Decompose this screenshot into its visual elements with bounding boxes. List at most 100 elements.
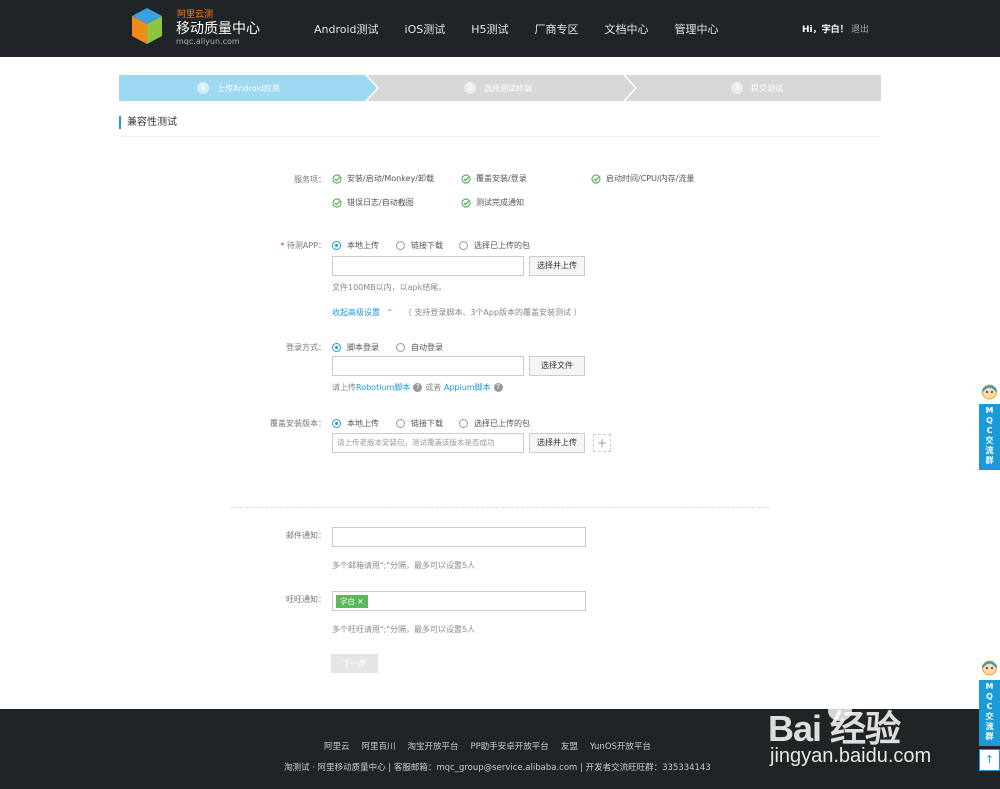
- advanced-settings: 收起高级设置 ⌃ （ 支持登录脚本、3个App版本的覆盖安装测试 ）: [332, 307, 582, 318]
- cover-radio-label: 本地上传: [347, 419, 379, 428]
- select-file-button[interactable]: 选择文件: [529, 356, 585, 376]
- service-item-label: 覆盖安装/登录: [476, 174, 527, 183]
- cover-radio-label: 选择已上传的包: [474, 419, 530, 428]
- footer-link-pp[interactable]: PP助手安卓开放平台: [471, 740, 549, 752]
- step-2-label: 选择测试终端: [484, 83, 532, 93]
- service-item-notify: 测试完成通知: [461, 197, 524, 208]
- mail-notify-input[interactable]: [332, 527, 586, 547]
- step-3: 3 提交测试: [731, 82, 783, 94]
- step-3-label: 提交测试: [751, 83, 783, 93]
- help-icon[interactable]: ?: [493, 383, 503, 392]
- login-radio-label: 脚本登录: [347, 343, 379, 352]
- footer-link-yunos[interactable]: YunOS开放平台: [590, 740, 651, 752]
- chevron-up-icon[interactable]: ⌃: [387, 308, 394, 317]
- cover-radio-local[interactable]: 本地上传: [332, 418, 379, 429]
- login-script-hint: 请上传Robotium脚本? 或者 Appium脚本?: [332, 382, 506, 393]
- required-marker: *: [280, 241, 285, 250]
- step-progress: 1 上传Android应用 2 选择测试终端 3 提交测试: [119, 75, 881, 101]
- cover-select-upload-button[interactable]: 选择并上传: [529, 433, 585, 453]
- step-1-label: 上传Android应用: [217, 83, 280, 93]
- step-2: 2 选择测试终端: [464, 82, 532, 94]
- support-avatar-icon[interactable]: [979, 658, 1000, 680]
- step-2-number: 2: [464, 82, 476, 94]
- wangwang-notify-label: 旺旺通知：: [286, 595, 326, 604]
- app-radio-uploaded[interactable]: 选择已上传的包: [459, 240, 530, 251]
- cover-radio-uploaded[interactable]: 选择已上传的包: [459, 418, 530, 429]
- step-1-number: 1: [197, 82, 209, 94]
- appium-link[interactable]: Appium脚本: [444, 383, 491, 392]
- footer-link-umeng[interactable]: 友盟: [561, 740, 578, 752]
- cover-radio-label: 链接下载: [411, 419, 443, 428]
- service-item-performance: 启动时间/CPU/内存/流量: [591, 173, 694, 184]
- radio-selected-icon: [332, 241, 341, 250]
- radio-icon: [396, 343, 405, 352]
- back-to-top-button[interactable]: ↑: [979, 749, 1000, 771]
- step-3-number: 3: [731, 82, 743, 94]
- section-title: 兼容性测试: [119, 116, 177, 129]
- collapse-advanced-link[interactable]: 收起高级设置: [332, 308, 380, 317]
- footer-link-taobao[interactable]: 淘宝开放平台: [408, 740, 459, 752]
- top-header: 阿里云测 移动质量中心 mqc.aliyun.com Android测试 iOS…: [0, 0, 1000, 57]
- service-item-cover-install: 覆盖安装/登录: [461, 173, 527, 184]
- cover-version-input[interactable]: 请上传老版本安装包，测试覆盖该版本是否成功: [332, 433, 524, 453]
- login-label: 登录方式：: [286, 343, 326, 352]
- check-icon: [332, 173, 342, 184]
- app-label: * 待测APP：: [246, 240, 326, 251]
- footer-links: 阿里云 阿里百川 淘宝开放平台 PP助手安卓开放平台 友盟 YunOS开放平台: [324, 740, 663, 752]
- support-avatar-icon[interactable]: [979, 382, 1000, 404]
- next-step-button[interactable]: 下一步: [331, 654, 378, 673]
- baidu-watermark-url: jingyan.baidu.com: [770, 745, 932, 767]
- nav-ios[interactable]: iOS测试: [405, 21, 446, 37]
- nav-android[interactable]: Android测试: [314, 21, 379, 37]
- nav-h5[interactable]: H5测试: [471, 21, 508, 37]
- footer-info: 淘测试 · 阿里移动质量中心 | 客服邮箱：mqc_group@service.…: [284, 763, 711, 773]
- login-radio-script[interactable]: 脚本登录: [332, 342, 379, 353]
- app-file-input[interactable]: [332, 256, 524, 276]
- hint-prefix: 请上传: [332, 383, 356, 392]
- login-radio-auto[interactable]: 自动登录: [396, 342, 443, 353]
- wangwang-notify-input[interactable]: [332, 591, 586, 611]
- nav-admin[interactable]: 管理中心: [675, 21, 719, 37]
- app-radio-local[interactable]: 本地上传: [332, 240, 379, 251]
- app-radio-label: 选择已上传的包: [474, 241, 530, 250]
- login-radio-label: 自动登录: [411, 343, 443, 352]
- check-icon: [332, 197, 342, 208]
- radio-icon: [396, 419, 405, 428]
- app-select-upload-button[interactable]: 选择并上传: [529, 256, 585, 276]
- user-tag[interactable]: 字白 ✕: [336, 595, 368, 608]
- app-radio-label: 本地上传: [347, 241, 379, 250]
- help-icon[interactable]: ?: [413, 383, 423, 392]
- brand-name[interactable]: 移动质量中心: [176, 18, 260, 38]
- mail-notify-hint: 多个邮箱请用";"分隔，最多可以设置5人: [332, 561, 476, 570]
- advanced-note: （ 支持登录脚本、3个App版本的覆盖安装测试 ）: [403, 308, 582, 317]
- mqc-group-widget-bottom[interactable]: MQC交流群: [979, 680, 1000, 746]
- mqc-group-label: MQC交流群: [985, 682, 994, 741]
- radio-selected-icon: [332, 343, 341, 352]
- logout-link[interactable]: 退出: [851, 22, 869, 35]
- footer-link-baichuan[interactable]: 阿里百川: [362, 740, 396, 752]
- radio-icon: [459, 241, 468, 250]
- add-version-button[interactable]: +: [593, 434, 611, 452]
- app-radio-link[interactable]: 链接下载: [396, 240, 443, 251]
- wangwang-notify-hint: 多个旺旺请用";"分隔，最多可以设置5人: [332, 625, 476, 634]
- radio-icon: [459, 419, 468, 428]
- mqc-group-widget[interactable]: MQC交流群: [979, 404, 1000, 470]
- brand-url: mqc.aliyun.com: [176, 37, 240, 46]
- footer-link-aliyun[interactable]: 阿里云: [324, 740, 350, 752]
- service-item-install: 安装/启动/Monkey/卸载: [332, 173, 434, 184]
- step-1: 1 上传Android应用: [197, 82, 280, 94]
- login-script-input[interactable]: [332, 356, 524, 376]
- mqc-group-label: MQC交流群: [985, 406, 994, 465]
- service-item-logs: 错误日志/自动截图: [332, 197, 414, 208]
- check-icon: [461, 197, 471, 208]
- app-label-text: 待测APP：: [286, 241, 326, 250]
- nav-docs[interactable]: 文档中心: [605, 21, 649, 37]
- app-size-hint: 文件100MB以内，以apk结尾。: [332, 283, 447, 292]
- robotium-link[interactable]: Robotium脚本: [356, 383, 410, 392]
- radio-icon: [396, 241, 405, 250]
- form-divider: [230, 507, 770, 508]
- nav-vendor[interactable]: 厂商专区: [535, 21, 579, 37]
- check-icon: [461, 173, 471, 184]
- mqc-cube-logo-icon[interactable]: [130, 6, 164, 46]
- cover-radio-link[interactable]: 链接下载: [396, 418, 443, 429]
